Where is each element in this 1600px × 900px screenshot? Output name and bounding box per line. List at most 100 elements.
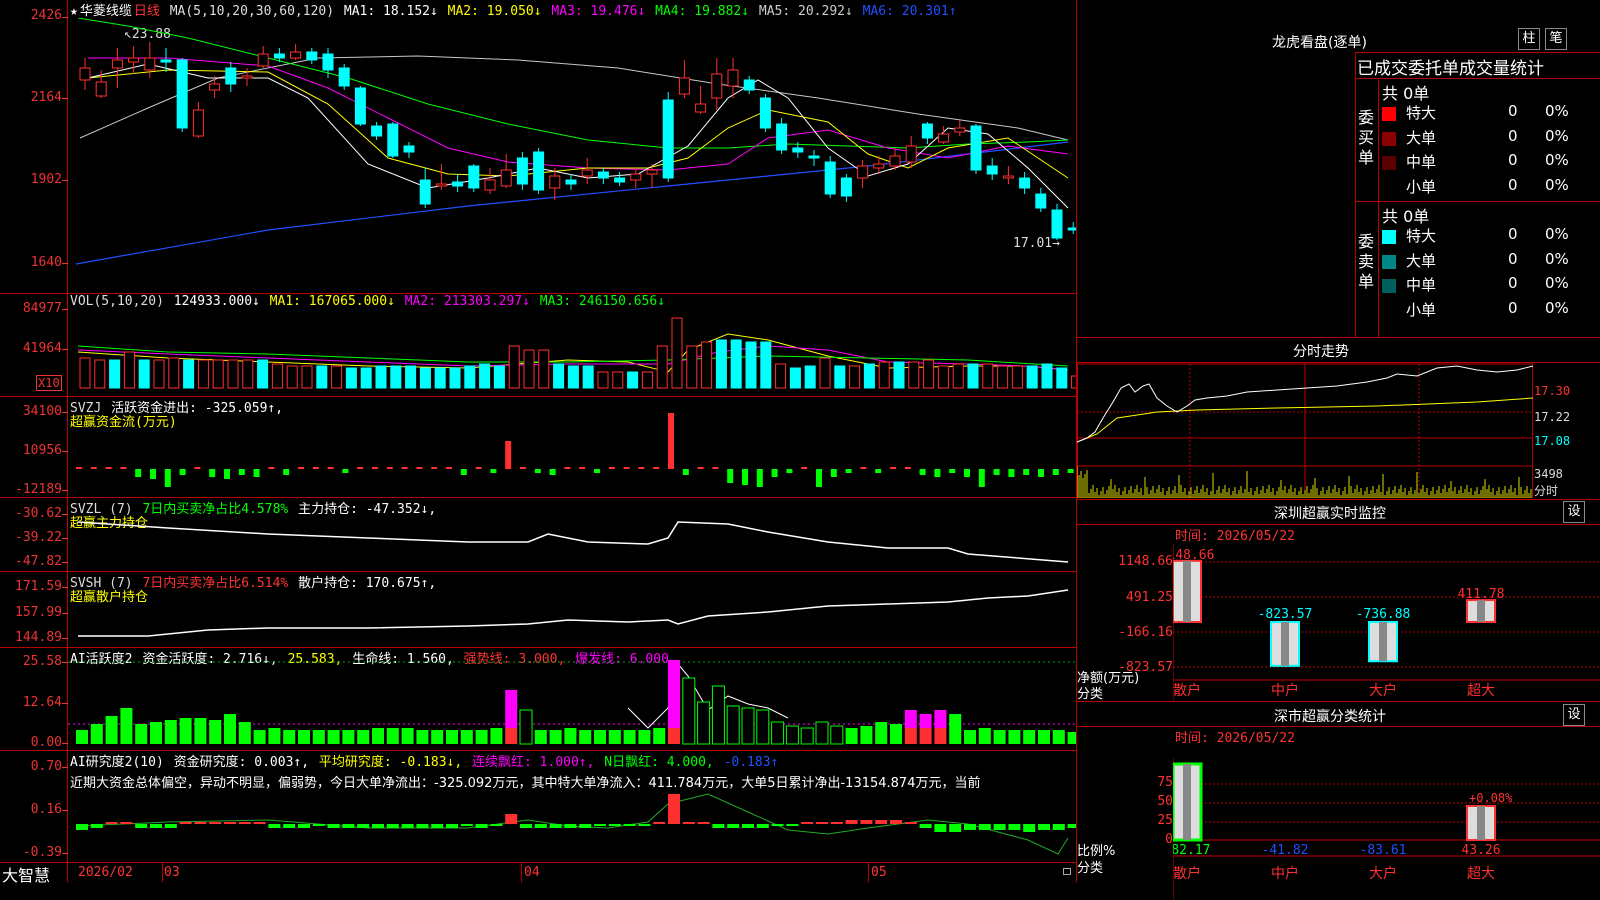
volume-bar [271, 363, 283, 389]
intraday-volume-chart[interactable] [1077, 466, 1533, 498]
candle [678, 60, 690, 98]
volume-bar [123, 351, 135, 389]
column-mode-button[interactable]: 柱 [1518, 28, 1540, 50]
ai-research-bar [357, 824, 370, 828]
svzj-bar [756, 469, 763, 487]
ai-active-bar [416, 730, 429, 744]
volume-bar [197, 359, 209, 389]
order-percent: 0% [1545, 298, 1569, 317]
svzj-bar [949, 469, 956, 473]
lock-icon[interactable] [1063, 868, 1071, 875]
svsh-chart[interactable] [68, 572, 1076, 647]
ai-research-name: AI研究度2(10) [70, 755, 164, 770]
svzj-bar [682, 469, 689, 475]
color-swatch [1382, 131, 1396, 146]
ai-research-comment: 近期大资金总体偏空，异动不明显，偏弱势，今日大单净流出：-325.092万元，其… [70, 776, 981, 791]
svzj-bar [534, 469, 541, 473]
volume-bar [863, 363, 875, 389]
svzj-chart[interactable] [68, 398, 1076, 497]
svzj-bar [993, 469, 1000, 475]
volume-bar [479, 363, 491, 389]
volume-chart[interactable] [68, 300, 1076, 396]
ai-research-bar [875, 820, 888, 824]
volume-bar [449, 367, 461, 389]
order-type-label: 大单 [1406, 251, 1437, 270]
svzj-bar [964, 469, 970, 477]
candle [128, 46, 140, 74]
svzj-bar [579, 467, 586, 469]
ma-params: MA(5,10,20,30,60,120) [169, 4, 335, 19]
sz-class-y-tick: 75 [1157, 775, 1173, 790]
volume-bar [834, 365, 846, 389]
ai-research-bar [964, 824, 976, 830]
svsh-line [78, 589, 1069, 637]
period-label[interactable]: 日线 [134, 4, 160, 19]
ai-research-bar [386, 824, 399, 828]
ai-active-bar [904, 710, 917, 744]
svzj-y-tick: 34100 [22, 404, 62, 419]
star-icon[interactable]: ★ [70, 4, 78, 19]
sz-monitor-y-tick: 1148.66 [1118, 554, 1173, 569]
svzj-bar [786, 469, 793, 473]
buy-count: 共 0单 [1382, 84, 1430, 103]
volume-bar [893, 361, 905, 389]
ai-research-bar [786, 824, 799, 826]
volume-bar [686, 345, 698, 389]
order-type-label: 小单 [1406, 177, 1437, 196]
ai-active-bar [579, 730, 592, 744]
sz-class-bar-label: -83.61 [1360, 843, 1407, 858]
ai-research-bar [238, 822, 251, 824]
ai-active-bar [312, 730, 325, 744]
sz-class-settings-button[interactable]: 设 [1563, 704, 1585, 726]
ai-research-bar [283, 824, 296, 828]
sz-class-chart[interactable]: 182.17 散户 -41.82 中户 -83.61 大户 43.26 超大 [1173, 758, 1600, 900]
ai-active-bar [194, 718, 207, 744]
ai-research-chart[interactable] [68, 790, 1076, 862]
ma2-line [87, 69, 1069, 179]
candle [500, 154, 512, 188]
sz-monitor-y-tick: 491.25 [1126, 590, 1173, 605]
intraday-panel[interactable]: 分时走势 17.30 17.22 17.08 3498 分时 [1077, 338, 1600, 500]
svzj-bar [904, 467, 911, 469]
ai-active-chart[interactable] [68, 648, 1076, 750]
volume-bar [937, 365, 949, 389]
ai-active-bar [549, 730, 562, 744]
sz-monitor-chart[interactable]: 1148.66 散户 -823.57 中户 -736.88 大户 411.78 超大 [1173, 544, 1600, 702]
ai-active-bar [490, 728, 503, 744]
ai-research-v5: -0.183↑ [723, 755, 779, 770]
candle [1035, 188, 1047, 212]
ai-active-bar [594, 730, 606, 744]
tick-mode-button[interactable]: 笔 [1545, 28, 1567, 50]
candle [371, 122, 383, 140]
sz-monitor-category: 超大 [1467, 683, 1495, 699]
color-swatch [1382, 156, 1396, 170]
ai-active-bar [1008, 730, 1021, 744]
svzl-chart[interactable] [68, 498, 1076, 571]
sz-monitor-bar: -736.88 [1356, 607, 1410, 663]
chart-area[interactable]: ★ 华菱线缆 日线 MA(5,10,20,30,60,120) MA1: 18.15… [0, 0, 1077, 885]
ai-active-bar [120, 708, 133, 744]
svzl-line [77, 521, 1069, 563]
x-axis-label: 03 [164, 865, 180, 880]
ai-research-bar [1067, 824, 1076, 828]
intraday-y-tick: 17.22 [1534, 410, 1571, 424]
ai-active-bar [1023, 730, 1036, 744]
main-y-tick: 2426 [30, 8, 62, 23]
svzj-bar [150, 469, 156, 479]
ai-research-bar [919, 824, 932, 828]
volume-bar [316, 365, 328, 389]
svzj-bar [194, 467, 201, 469]
kline-chart[interactable] [68, 18, 1076, 292]
sz-class-bar [1466, 805, 1496, 841]
ai-research-bar [934, 824, 947, 832]
intraday-y-tick: 17.30 [1534, 384, 1571, 398]
svzj-y-tick: 10956 [22, 443, 62, 458]
ai-research-v2: 平均研究度: -0.183↓, [318, 755, 463, 770]
svzj-bar [238, 469, 245, 475]
ma5-value: MA5: 20.292↓ [758, 4, 853, 19]
ai-active-bar [179, 718, 192, 744]
sz-monitor-settings-button[interactable]: 设 [1563, 501, 1585, 523]
ai-research-y-tick: 0.70 [30, 759, 62, 774]
order-type-label: 特大 [1406, 104, 1437, 122]
candle [435, 164, 447, 190]
